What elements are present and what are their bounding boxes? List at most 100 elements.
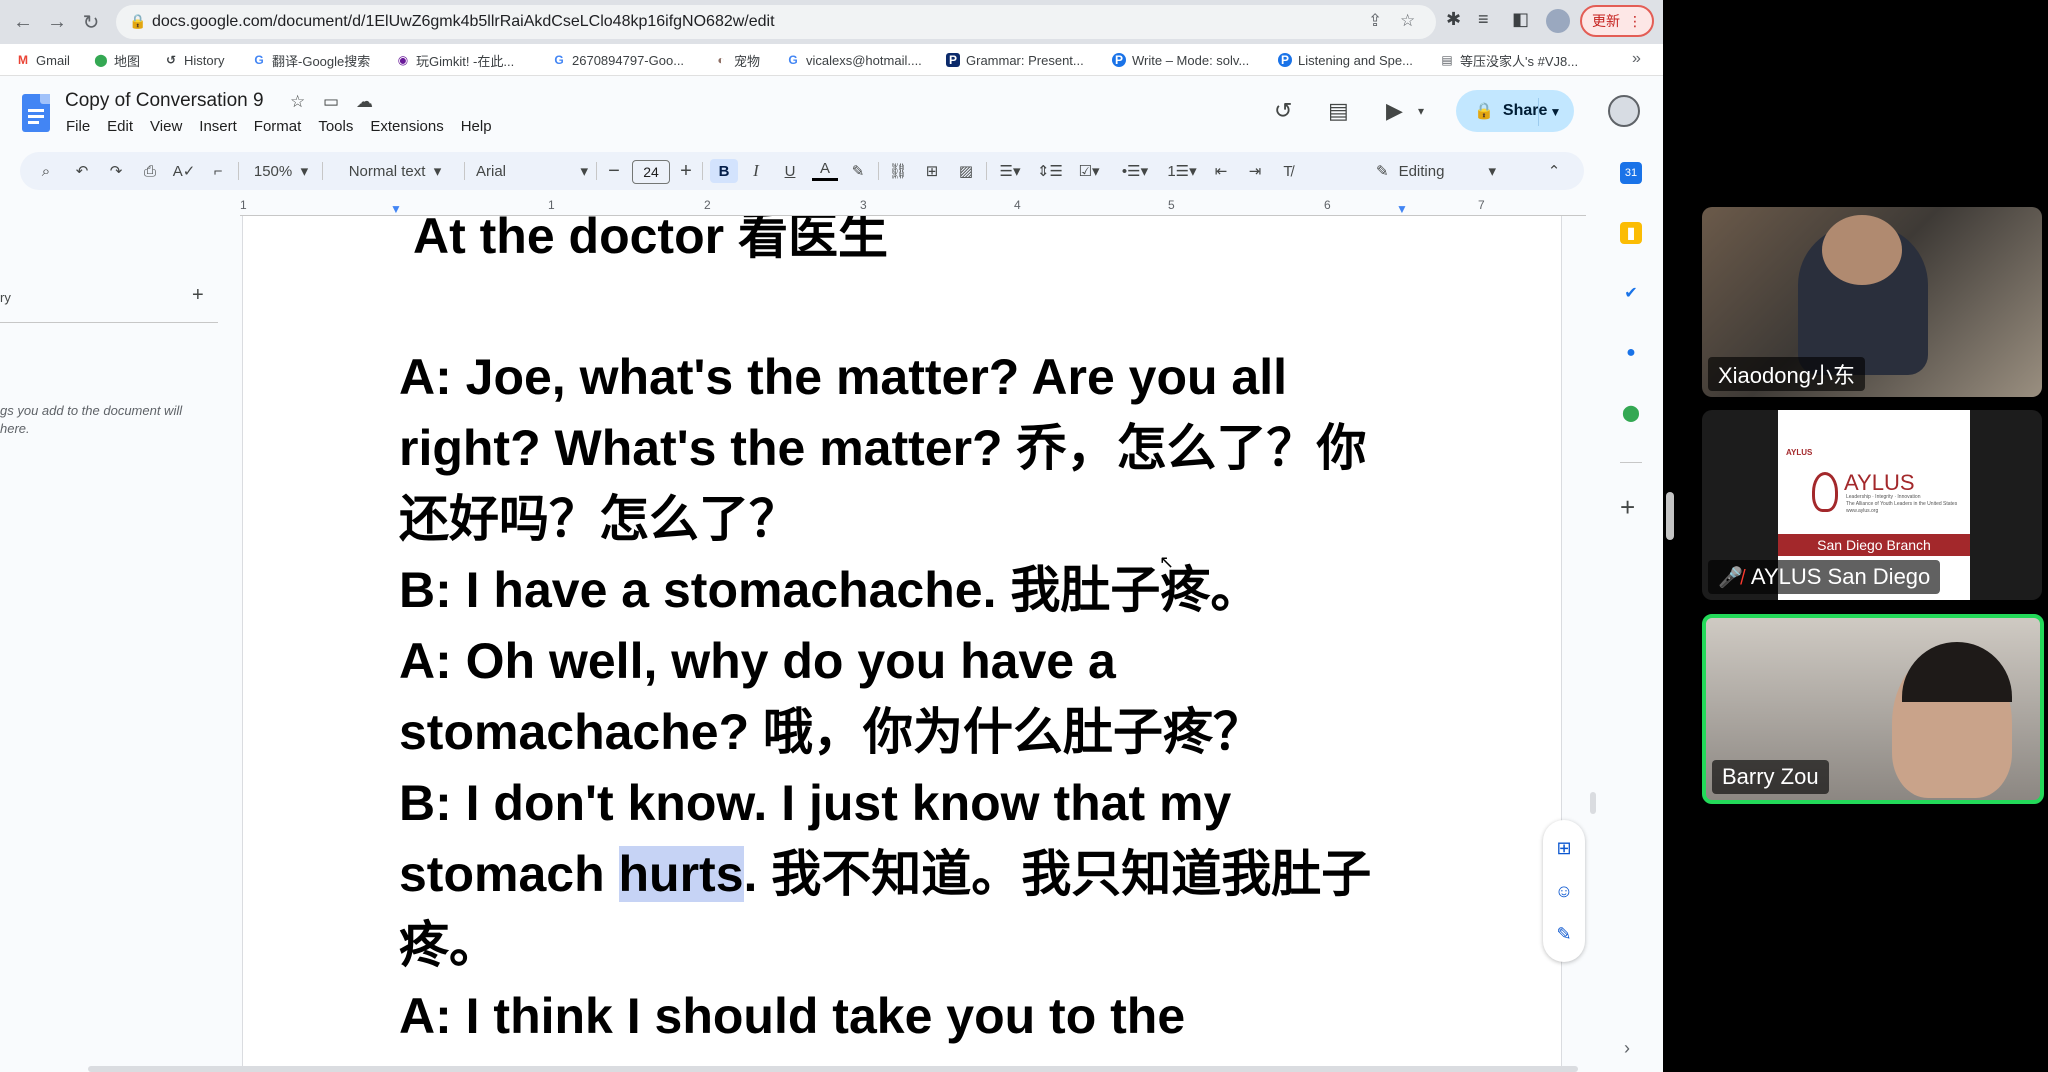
comments-icon[interactable]: ▤ [1328, 98, 1349, 124]
decrease-font-size-icon[interactable]: − [604, 159, 624, 183]
menu-insert[interactable]: Insert [199, 118, 237, 135]
bookmark-pets[interactable]: ◐ 宠物 [714, 50, 760, 70]
side-panel-icon[interactable]: ◧ [1512, 9, 1529, 30]
underline-button[interactable]: U [778, 159, 802, 183]
text-line[interactable]: stomachache? 哦，你为什么肚子疼？ [399, 697, 1263, 768]
bookmark-write-mode[interactable]: P Write – Mode: solv... [1112, 50, 1249, 70]
menu-extensions[interactable]: Extensions [370, 118, 443, 135]
font-select[interactable]: Arial ▾ [476, 159, 588, 183]
ruler[interactable]: 1 1 2 3 4 5 6 7 ▼ ▼ [240, 198, 1586, 216]
zoom-select[interactable]: 150% ▾ [246, 159, 316, 183]
video-tile-active-speaker[interactable]: Barry Zou [1702, 614, 2044, 804]
clear-formatting-icon[interactable]: T̸ [1276, 159, 1300, 183]
add-comment-icon[interactable]: ⊞ [920, 159, 944, 183]
menu-help[interactable]: Help [461, 118, 492, 135]
horizontal-scrollbar[interactable] [88, 1066, 1578, 1072]
text-line[interactable]: A: I think I should take you to the [399, 981, 1185, 1052]
text-line-with-selection[interactable]: stomach hurts. 我不知道。我只知道我肚子 [399, 839, 1371, 910]
document-heading[interactable]: At the doctor 看医生 [413, 216, 888, 261]
menu-tools[interactable]: Tools [318, 118, 353, 135]
search-menus-icon[interactable]: ⌕ [34, 159, 58, 183]
menu-edit[interactable]: Edit [107, 118, 133, 135]
selected-word[interactable]: hurts [618, 846, 744, 902]
bookmark-grammar[interactable]: P Grammar: Present... [946, 50, 1084, 70]
video-tile[interactable]: AYLUS AYLUS Leadership · Integrity · Inn… [1702, 410, 2042, 600]
text-line[interactable]: 还好吗？怎么了？ [399, 484, 799, 555]
highlight-pen-icon[interactable]: ✎ [846, 159, 870, 183]
account-avatar[interactable] [1608, 95, 1640, 127]
bookmark-maps[interactable]: ⬤ 地图 [94, 50, 140, 70]
get-addons-icon[interactable]: + [1620, 492, 1635, 523]
undo-icon[interactable]: ↶ [70, 159, 94, 183]
text-line[interactable]: right? What's the matter? 乔，怎么了？你 [399, 413, 1366, 484]
bookmark-translate[interactable]: G 翻译-Google搜索 [252, 50, 370, 70]
italic-button[interactable]: I [744, 159, 768, 183]
menu-file[interactable]: File [66, 118, 90, 135]
decrease-indent-icon[interactable]: ⇤ [1208, 159, 1234, 183]
share-page-icon[interactable]: ⇪ [1368, 11, 1382, 31]
profile-avatar[interactable] [1546, 9, 1570, 33]
text-color-button[interactable]: A [812, 159, 838, 181]
maps-icon[interactable]: ⬤ [1620, 402, 1642, 424]
checklist-icon[interactable]: ☑▾ [1070, 159, 1108, 183]
address-bar[interactable]: 🔒 docs.google.com/document/d/1ElUwZ6gmk4… [116, 5, 1436, 39]
meet-dropdown-icon[interactable]: ▾ [1418, 104, 1424, 118]
bookmark-hotmail[interactable]: G vicalexs@hotmail.... [786, 50, 921, 70]
extensions-icon[interactable]: ✱ [1446, 9, 1461, 30]
media-queue-icon[interactable]: ≡ [1478, 9, 1489, 30]
keep-icon[interactable]: ▮ [1620, 222, 1642, 244]
redo-icon[interactable]: ↷ [104, 159, 128, 183]
numbered-list-icon[interactable]: 1☰▾ [1162, 159, 1202, 183]
editing-mode-select[interactable]: ✎ Editing ▾ [1376, 159, 1506, 183]
text-line[interactable]: B: I have a stomachache. 我肚子疼。 [399, 555, 1260, 626]
menu-format[interactable]: Format [254, 118, 302, 135]
cloud-status-icon[interactable]: ☁ [356, 92, 373, 112]
version-history-icon[interactable]: ↺ [1274, 98, 1292, 124]
contacts-icon[interactable]: ● [1620, 342, 1642, 364]
docs-logo-icon[interactable] [22, 94, 50, 132]
more-bookmarks-icon[interactable]: » [1632, 50, 1641, 68]
hide-menus-chevron-up-icon[interactable]: ⌃ [1542, 159, 1566, 183]
text-line[interactable]: A: Oh well, why do you have a [399, 626, 1116, 697]
menu-view[interactable]: View [150, 118, 182, 135]
emoji-reaction-icon[interactable]: ☺ [1552, 879, 1576, 903]
left-indent-marker-icon[interactable]: ▼ [390, 202, 402, 216]
text-line[interactable]: A: Joe, what's the matter? Are you all [399, 342, 1287, 413]
paint-format-icon[interactable]: ⌐ [206, 159, 230, 183]
meet-camera-icon[interactable]: ▶ [1386, 98, 1403, 124]
move-folder-icon[interactable]: ▭ [323, 92, 339, 112]
print-icon[interactable]: ⎙ [138, 159, 162, 183]
add-comment-icon[interactable]: ⊞ [1552, 836, 1576, 860]
spellcheck-icon[interactable]: A✓ [172, 159, 196, 183]
align-left-icon[interactable]: ☰▾ [992, 159, 1028, 183]
url-text[interactable]: docs.google.com/document/d/1ElUwZ6gmk4b5… [152, 13, 775, 31]
add-summary-icon[interactable]: + [192, 284, 204, 307]
share-dropdown-icon[interactable]: ▼ [1538, 98, 1572, 126]
bookmark-gimkit[interactable]: ◉ 玩Gimkit! -在此... [396, 50, 514, 70]
paragraph-style-select[interactable]: Normal text ▾ [336, 159, 454, 183]
bulleted-list-icon[interactable]: •☰▾ [1116, 159, 1154, 183]
document-title[interactable]: Copy of Conversation 9 [65, 90, 264, 112]
line-spacing-icon[interactable]: ⇕☰ [1036, 159, 1064, 183]
vertical-scrollbar[interactable] [1590, 792, 1596, 814]
bookmark-gmail[interactable]: M Gmail [16, 50, 70, 70]
insert-link-icon[interactable]: ⛓ [886, 159, 910, 183]
insert-image-icon[interactable]: ▨ [954, 159, 978, 183]
right-indent-marker-icon[interactable]: ▼ [1396, 202, 1408, 216]
increase-font-size-icon[interactable]: + [676, 159, 696, 183]
chevron-right-icon[interactable]: › [1624, 1038, 1630, 1059]
bookmark-google-doc[interactable]: G 2670894797-Goo... [552, 50, 684, 70]
document-page[interactable]: At the doctor 看医生 A: Joe, what's the mat… [242, 216, 1562, 1072]
calendar-icon[interactable]: 31 [1620, 162, 1642, 184]
bookmark-star-icon[interactable]: ☆ [1400, 11, 1415, 31]
text-line[interactable]: 疼。 [399, 910, 499, 981]
video-tile[interactable]: Xiaodong小东 [1702, 207, 2042, 397]
forward-icon[interactable]: → [44, 9, 70, 35]
font-size-input[interactable]: 24 [632, 160, 670, 184]
bookmark-listening[interactable]: P Listening and Spe... [1278, 50, 1413, 70]
text-line[interactable]: B: I don't know. I just know that my [399, 768, 1231, 839]
back-icon[interactable]: ← [10, 9, 36, 35]
bold-button[interactable]: B [710, 159, 738, 183]
reload-icon[interactable]: ↻ [78, 9, 104, 35]
bookmark-history[interactable]: ↺ History [164, 50, 224, 70]
